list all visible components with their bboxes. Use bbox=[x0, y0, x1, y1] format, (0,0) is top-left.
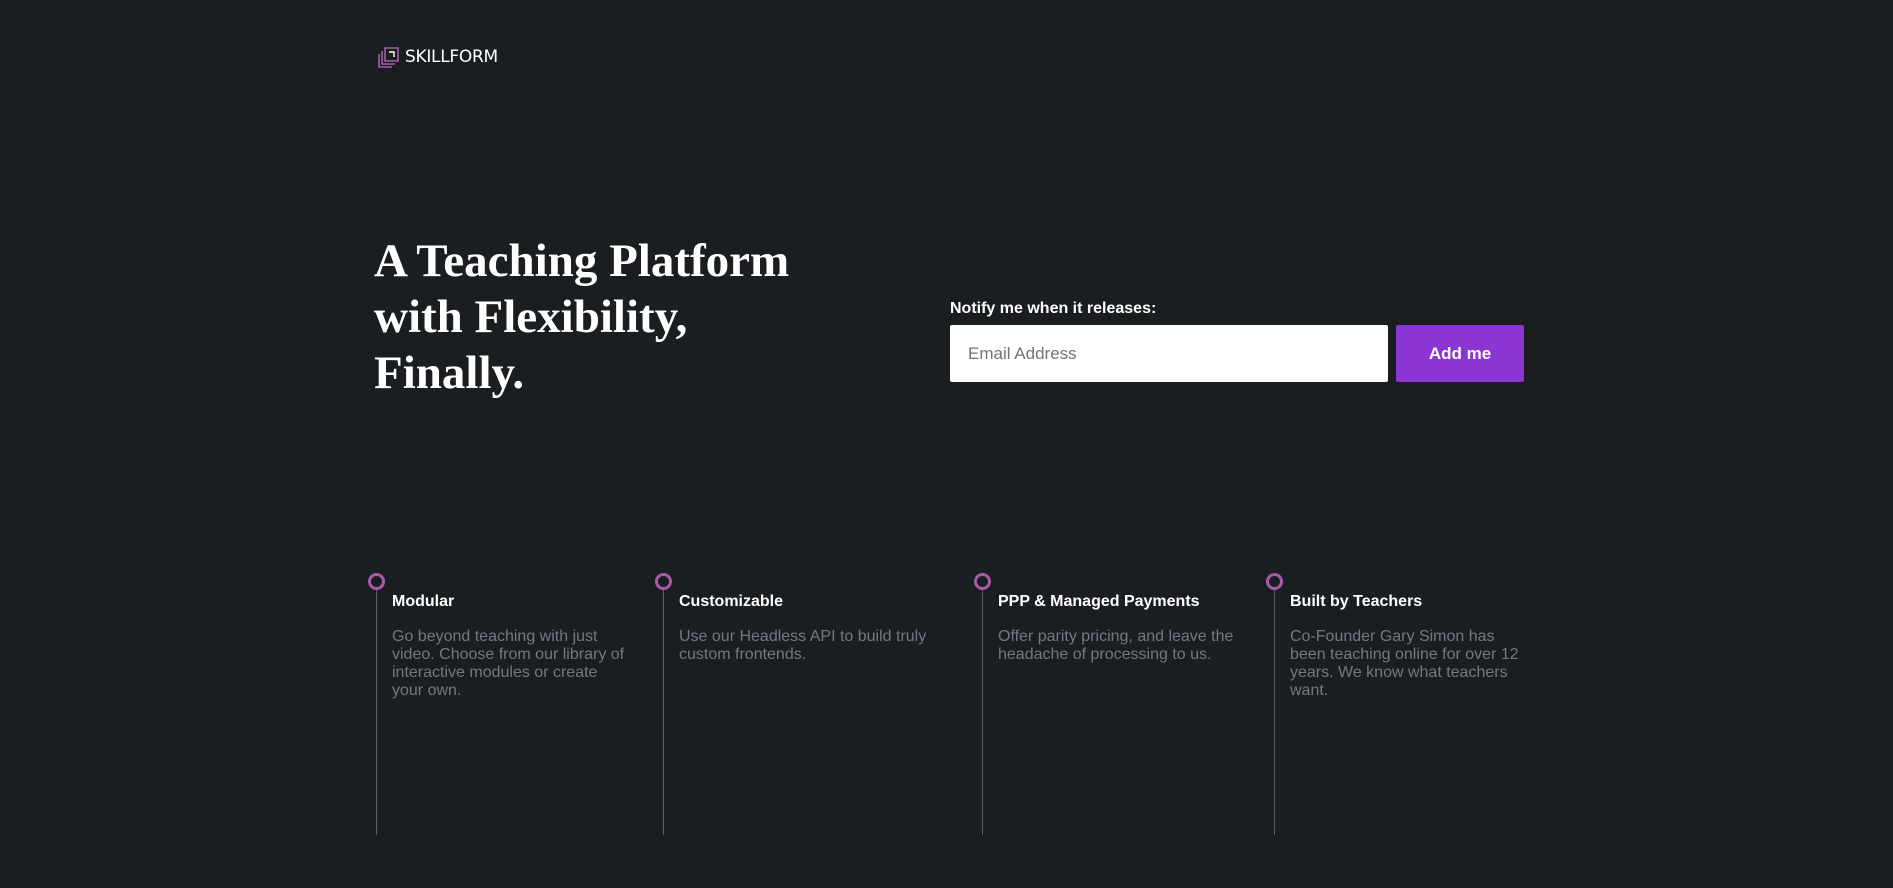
feature-description: Offer parity pricing, and leave the head… bbox=[998, 628, 1234, 663]
feature-item-customizable: Customizable Use our Headless API to bui… bbox=[655, 573, 963, 835]
feature-item-teachers: Built by Teachers Co-Founder Gary Simon … bbox=[1266, 573, 1534, 835]
feature-timeline-line bbox=[663, 581, 664, 835]
circle-marker-icon bbox=[1266, 573, 1283, 590]
hero-title: A Teaching Platform with Flexibility, Fi… bbox=[374, 233, 844, 401]
brand-name: SKILLFORM bbox=[405, 47, 498, 67]
feature-description: Co-Founder Gary Simon has been teaching … bbox=[1290, 628, 1519, 699]
layered-squares-icon bbox=[378, 47, 399, 68]
circle-marker-icon bbox=[655, 573, 672, 590]
feature-item-modular: Modular Go beyond teaching with just vid… bbox=[368, 573, 638, 835]
feature-title: Customizable bbox=[679, 593, 784, 610]
feature-title: Modular bbox=[392, 593, 455, 610]
circle-marker-icon bbox=[368, 573, 385, 590]
feature-timeline-line bbox=[376, 581, 377, 835]
notify-label: Notify me when it releases: bbox=[950, 300, 1157, 317]
add-me-button[interactable]: Add me bbox=[1396, 325, 1524, 382]
feature-description: Use our Headless API to build truly cust… bbox=[679, 628, 927, 663]
feature-timeline-line bbox=[982, 581, 983, 835]
feature-description: Go beyond teaching with just video. Choo… bbox=[392, 628, 625, 699]
hero-title-line: A Teaching Platform bbox=[374, 235, 790, 287]
feature-title: PPP & Managed Payments bbox=[998, 593, 1200, 610]
hero-title-line: with Flexibility, bbox=[374, 291, 688, 343]
feature-timeline-line bbox=[1274, 581, 1275, 835]
email-input[interactable] bbox=[950, 325, 1388, 382]
hero-title-line: Finally. bbox=[374, 347, 525, 399]
feature-item-payments: PPP & Managed Payments Offer parity pric… bbox=[974, 573, 1252, 835]
feature-title: Built by Teachers bbox=[1290, 593, 1423, 610]
logo[interactable]: SKILLFORM bbox=[378, 46, 498, 68]
circle-marker-icon bbox=[974, 573, 991, 590]
